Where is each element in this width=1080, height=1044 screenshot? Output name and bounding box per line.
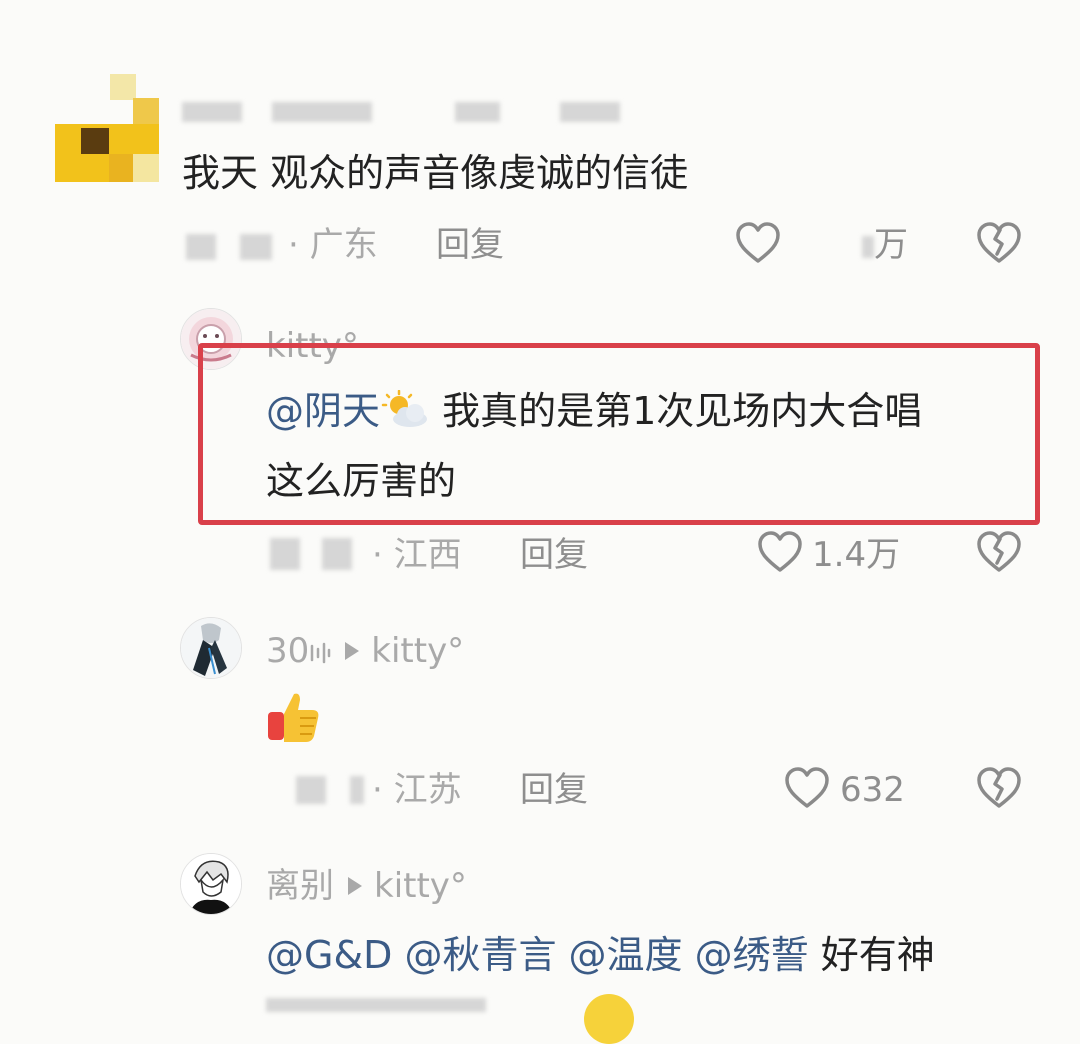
thumbs-up-emoji-icon xyxy=(266,688,322,748)
username[interactable]: 30 xyxy=(266,631,309,671)
mention-link[interactable]: @秋青言 xyxy=(404,933,556,977)
redacted-count xyxy=(862,236,874,258)
avatar-pixelated[interactable] xyxy=(55,72,159,182)
like-count: 1.4万 xyxy=(812,535,901,575)
avatar-libie[interactable] xyxy=(180,853,242,915)
redacted-date xyxy=(296,776,326,804)
username-row: 30 kitty° xyxy=(266,631,464,671)
redacted-username xyxy=(560,102,620,122)
avatar-30[interactable] xyxy=(180,617,242,679)
mention-link[interactable]: @温度 xyxy=(569,933,683,977)
mention-link[interactable]: @G&D xyxy=(266,933,392,977)
emoji-icon xyxy=(584,994,634,1044)
redacted-date xyxy=(240,234,272,260)
reply-button[interactable]: 回复 xyxy=(520,770,588,810)
username-row: 离别 kitty° xyxy=(266,866,467,906)
broken-heart-icon[interactable] xyxy=(976,766,1022,814)
broken-heart-icon[interactable] xyxy=(976,221,1022,269)
redacted-date xyxy=(186,234,216,260)
comment-text: @阴天 我真的是第1次见场内大合唱 xyxy=(266,388,922,434)
like-count: 632 xyxy=(840,770,905,810)
weather-partly-cloudy-icon xyxy=(380,389,430,430)
redacted-username xyxy=(182,102,242,122)
comment-text-line2: 这么厉害的 xyxy=(266,459,457,503)
reply-button[interactable]: 回复 xyxy=(520,535,588,575)
audio-wave-icon xyxy=(309,633,331,664)
username[interactable]: 离别 xyxy=(266,866,334,906)
comment-location: · 江苏 xyxy=(372,770,462,810)
like-count: 万 xyxy=(874,225,908,265)
comment-text: 我天 观众的声音像虔诚的信徒 xyxy=(182,151,689,195)
cutoff-text xyxy=(266,998,486,1012)
comment-location: · 广东 xyxy=(288,225,378,265)
heart-icon[interactable] xyxy=(757,530,803,578)
heart-icon[interactable] xyxy=(784,766,830,814)
redacted-username xyxy=(455,102,500,122)
comment-text: @G&D @秋青言 @温度 @绣誓 好有神 xyxy=(266,932,935,978)
play-arrow-icon xyxy=(345,641,360,660)
broken-heart-icon[interactable] xyxy=(976,530,1022,578)
redacted-username xyxy=(272,102,372,122)
mention-link[interactable]: @绣誓 xyxy=(695,933,809,977)
redacted-date xyxy=(350,776,364,804)
redacted-date xyxy=(270,538,300,570)
mention-link[interactable]: @阴天 xyxy=(266,389,380,433)
comment-text-tail: 好有神 xyxy=(808,933,935,977)
comment-location: · 江西 xyxy=(372,535,462,575)
reply-button[interactable]: 回复 xyxy=(436,225,504,265)
comment-text-line1: 我真的是第1次见场内大合唱 xyxy=(430,389,923,433)
reply-to-username[interactable]: kitty° xyxy=(371,631,464,671)
reply-to-username[interactable]: kitty° xyxy=(374,866,467,906)
heart-icon[interactable] xyxy=(735,221,781,269)
play-arrow-icon xyxy=(348,876,362,895)
redacted-date xyxy=(322,538,352,570)
